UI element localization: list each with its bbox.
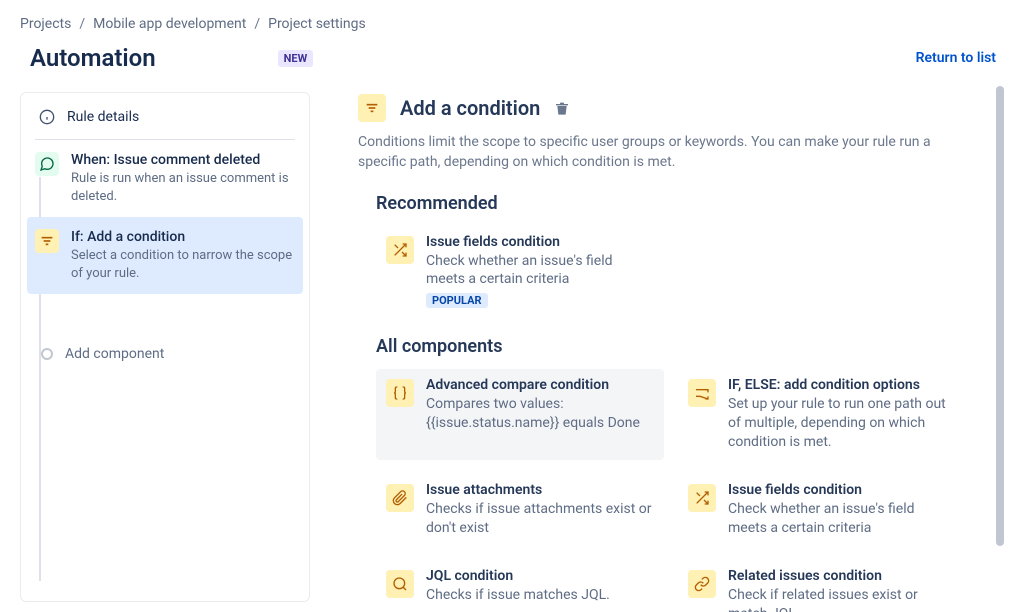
new-badge: NEW <box>278 50 314 67</box>
component-card-if-else[interactable]: IF, ELSE: add condition options Set up y… <box>678 369 966 460</box>
card-desc: Check whether an issue's field meets a c… <box>728 500 956 538</box>
trigger-item[interactable]: When: Issue comment deleted Rule is run … <box>27 140 303 217</box>
branch-icon <box>688 379 716 407</box>
component-card-issue-fields[interactable]: Issue fields condition Check whether an … <box>678 474 966 546</box>
breadcrumb: Projects / Mobile app development / Proj… <box>20 16 996 32</box>
component-card-advanced-compare[interactable]: Advanced compare condition Compares two … <box>376 369 664 460</box>
condition-item[interactable]: If: Add a condition Select a condition t… <box>27 217 303 294</box>
shuffle-icon <box>688 484 716 512</box>
scrollbar-thumb[interactable] <box>996 86 1004 546</box>
shuffle-icon <box>386 236 414 264</box>
card-title: Advanced compare condition <box>426 377 654 393</box>
rule-details-label: Rule details <box>67 109 139 125</box>
card-desc: Compares two values: {{issue.status.name… <box>426 395 654 433</box>
condition-title: If: Add a condition <box>71 229 295 245</box>
main-description: Conditions limit the scope to specific u… <box>358 132 966 173</box>
filter-icon <box>35 229 59 253</box>
add-circle-icon <box>41 348 53 360</box>
breadcrumb-settings[interactable]: Project settings <box>268 16 366 32</box>
add-component-button[interactable]: Add component <box>27 334 303 374</box>
all-components-heading: All components <box>376 336 966 357</box>
scrollbar[interactable] <box>996 86 1004 572</box>
card-desc: Set up your rule to run one path out of … <box>728 395 956 452</box>
breadcrumb-projects[interactable]: Projects <box>20 16 71 32</box>
attachment-icon <box>386 484 414 512</box>
card-desc: Checks if issue attachments exist or don… <box>426 500 654 538</box>
search-icon <box>386 570 414 598</box>
add-component-label: Add component <box>65 346 164 362</box>
comment-deleted-icon <box>35 152 59 176</box>
trigger-title: When: Issue comment deleted <box>71 152 295 168</box>
card-desc: Checks if issue matches JQL. <box>426 586 610 605</box>
condition-desc: Select a condition to narrow the scope o… <box>71 247 295 282</box>
card-title: Issue attachments <box>426 482 654 498</box>
card-title: JQL condition <box>426 568 610 584</box>
breadcrumb-separator: / <box>79 16 85 32</box>
component-card-related-issues[interactable]: Related issues condition Check if relate… <box>678 560 966 612</box>
component-card-jql[interactable]: JQL condition Checks if issue matches JQ… <box>376 560 664 612</box>
breadcrumb-app[interactable]: Mobile app development <box>93 16 246 32</box>
card-desc: Check whether an issue's field meets a c… <box>426 252 626 290</box>
filter-icon <box>358 94 386 122</box>
trash-icon[interactable] <box>554 100 570 116</box>
card-title: Issue fields condition <box>728 482 956 498</box>
main-title: Add a condition <box>400 96 540 120</box>
info-icon <box>39 109 55 125</box>
breadcrumb-separator: / <box>254 16 260 32</box>
return-to-list-link[interactable]: Return to list <box>916 50 996 66</box>
card-desc: Check if related issues exist or match J… <box>728 586 956 612</box>
main-panel: Add a condition Conditions limit the sco… <box>358 92 996 612</box>
card-title: Issue fields condition <box>426 234 626 250</box>
popular-badge: POPULAR <box>426 293 488 308</box>
component-card-issue-attachments[interactable]: Issue attachments Checks if issue attach… <box>376 474 664 546</box>
rule-details-row[interactable]: Rule details <box>27 99 303 135</box>
recommended-card-issue-fields[interactable]: Issue fields condition Check whether an … <box>376 226 636 317</box>
card-title: IF, ELSE: add condition options <box>728 377 956 393</box>
link-icon <box>688 570 716 598</box>
card-title: Related issues condition <box>728 568 956 584</box>
braces-icon <box>386 379 414 407</box>
trigger-desc: Rule is run when an issue comment is del… <box>71 170 295 205</box>
rule-sidebar: Rule details When: Issue comment deleted… <box>20 92 310 602</box>
page-title: Automation <box>30 44 156 72</box>
recommended-heading: Recommended <box>376 193 966 214</box>
